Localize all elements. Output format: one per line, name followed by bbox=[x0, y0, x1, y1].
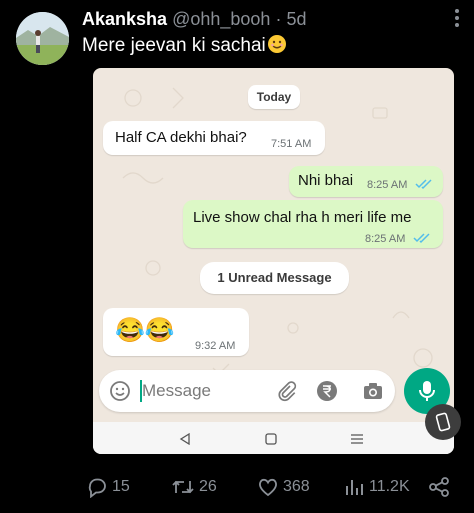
smile-emoji-icon bbox=[267, 34, 287, 60]
message-bubble[interactable]: Nhi bhai 8:25 AM bbox=[289, 166, 443, 197]
views-icon bbox=[346, 480, 363, 495]
handle[interactable]: @ohh_booh bbox=[172, 9, 270, 29]
retweet-icon bbox=[172, 480, 194, 494]
message-time: 8:25 AM bbox=[367, 179, 408, 191]
rotate-button[interactable] bbox=[425, 404, 461, 440]
date-divider: Today bbox=[248, 85, 300, 109]
android-nav-bar bbox=[93, 422, 454, 454]
share-button[interactable] bbox=[428, 474, 454, 500]
emoji-icon[interactable] bbox=[109, 380, 131, 402]
separator-dot: · bbox=[275, 9, 282, 29]
mic-icon bbox=[419, 381, 435, 401]
message-time: 8:25 AM bbox=[365, 233, 406, 245]
camera-icon[interactable] bbox=[361, 379, 385, 403]
home-nav-icon[interactable] bbox=[265, 433, 277, 445]
message-time: 9:32 AM bbox=[195, 340, 236, 352]
message-placeholder: Message bbox=[142, 381, 211, 400]
message-time: 7:51 AM bbox=[271, 138, 312, 150]
share-icon bbox=[429, 477, 449, 497]
read-ticks-icon bbox=[415, 179, 432, 190]
message-text: Nhi bhai bbox=[298, 172, 354, 189]
retweet-count: 26 bbox=[199, 478, 217, 495]
attach-icon[interactable] bbox=[275, 380, 297, 402]
tweet-time[interactable]: 5d bbox=[286, 9, 306, 29]
message-bubble[interactable]: 😂😂 9:32 AM bbox=[103, 308, 249, 356]
views-button[interactable]: 11.2K bbox=[343, 474, 410, 500]
back-nav-icon[interactable] bbox=[179, 433, 191, 445]
tweet-header: Akanksha @ohh_booh · 5d bbox=[82, 9, 306, 30]
tweet-actions: 15 26 368 11.2K bbox=[0, 474, 474, 500]
view-count: 11.2K bbox=[369, 478, 410, 495]
message-text: Live show chal rha h meri life me bbox=[193, 209, 412, 226]
reply-count: 15 bbox=[112, 478, 130, 495]
message-bubble[interactable]: Half CA dekhi bhai? 7:51 AM bbox=[103, 121, 325, 155]
rotate-icon bbox=[435, 412, 451, 432]
reply-button[interactable]: 15 bbox=[86, 474, 130, 500]
like-count: 368 bbox=[283, 478, 310, 495]
tweet-text: Mere jeevan ki sachai bbox=[82, 35, 266, 56]
message-input[interactable]: Message bbox=[99, 370, 395, 412]
tweet-text-row: Mere jeevan ki sachai bbox=[82, 34, 287, 60]
retweet-button[interactable]: 26 bbox=[171, 474, 217, 500]
display-name[interactable]: Akanksha bbox=[82, 9, 167, 29]
like-button[interactable]: 368 bbox=[257, 474, 310, 500]
message-text: 😂😂 bbox=[115, 317, 175, 344]
chat-screenshot[interactable]: Today Half CA dekhi bhai? 7:51 AM Nhi bh… bbox=[93, 68, 454, 454]
message-bubble[interactable]: Live show chal rha h meri life me 8:25 A… bbox=[183, 200, 443, 248]
read-ticks-icon bbox=[413, 233, 430, 244]
like-icon bbox=[259, 478, 277, 497]
avatar[interactable] bbox=[16, 12, 69, 65]
more-icon[interactable] bbox=[445, 6, 469, 30]
reply-icon bbox=[88, 478, 106, 498]
unread-divider: 1 Unread Message bbox=[200, 262, 349, 294]
message-text: Half CA dekhi bhai? bbox=[115, 129, 247, 146]
recents-nav-icon[interactable] bbox=[350, 433, 364, 445]
rupee-icon[interactable] bbox=[315, 379, 339, 403]
